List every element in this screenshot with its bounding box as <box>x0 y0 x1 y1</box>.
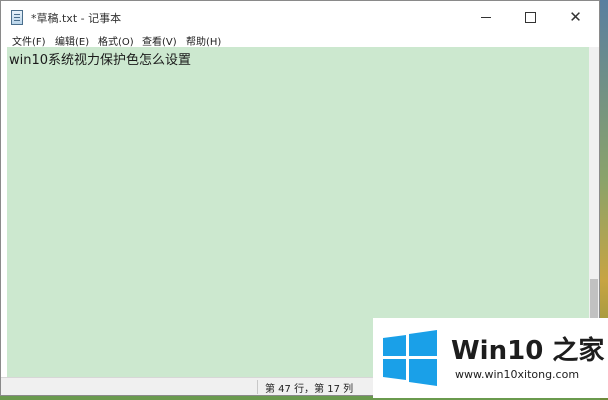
editor-content[interactable]: win10系统视力保护色怎么设置 <box>9 49 191 68</box>
notepad-icon[interactable] <box>11 10 23 25</box>
watermark-url: www.win10xitong.com <box>455 368 580 381</box>
close-icon: ✕ <box>569 7 582 26</box>
menu-format[interactable]: 格式(O) <box>98 33 134 48</box>
menu-bar: 文件(F) 编辑(E) 格式(O) 查看(V) 帮助(H) <box>1 33 599 48</box>
maximize-icon <box>525 11 536 23</box>
site-watermark: Win10 之家 www.win10xitong.com <box>373 318 608 398</box>
close-button[interactable]: ✕ <box>553 1 598 33</box>
menu-help[interactable]: 帮助(H) <box>186 33 221 48</box>
menu-edit[interactable]: 编辑(E) <box>55 33 89 48</box>
cursor-position: 第 47 行，第 17 列 <box>265 384 354 395</box>
menu-view[interactable]: 查看(V) <box>142 33 177 48</box>
windows-logo-icon <box>383 330 437 386</box>
menu-file[interactable]: 文件(F) <box>12 33 46 48</box>
watermark-brand: Win10 之家 <box>451 336 605 366</box>
minimize-icon <box>480 16 491 18</box>
status-divider <box>257 380 258 394</box>
maximize-button[interactable] <box>508 1 553 33</box>
title-bar[interactable]: *草稿.txt - 记事本 ✕ <box>1 1 599 33</box>
window-title: *草稿.txt - 记事本 <box>31 12 122 25</box>
minimize-button[interactable] <box>463 1 508 33</box>
